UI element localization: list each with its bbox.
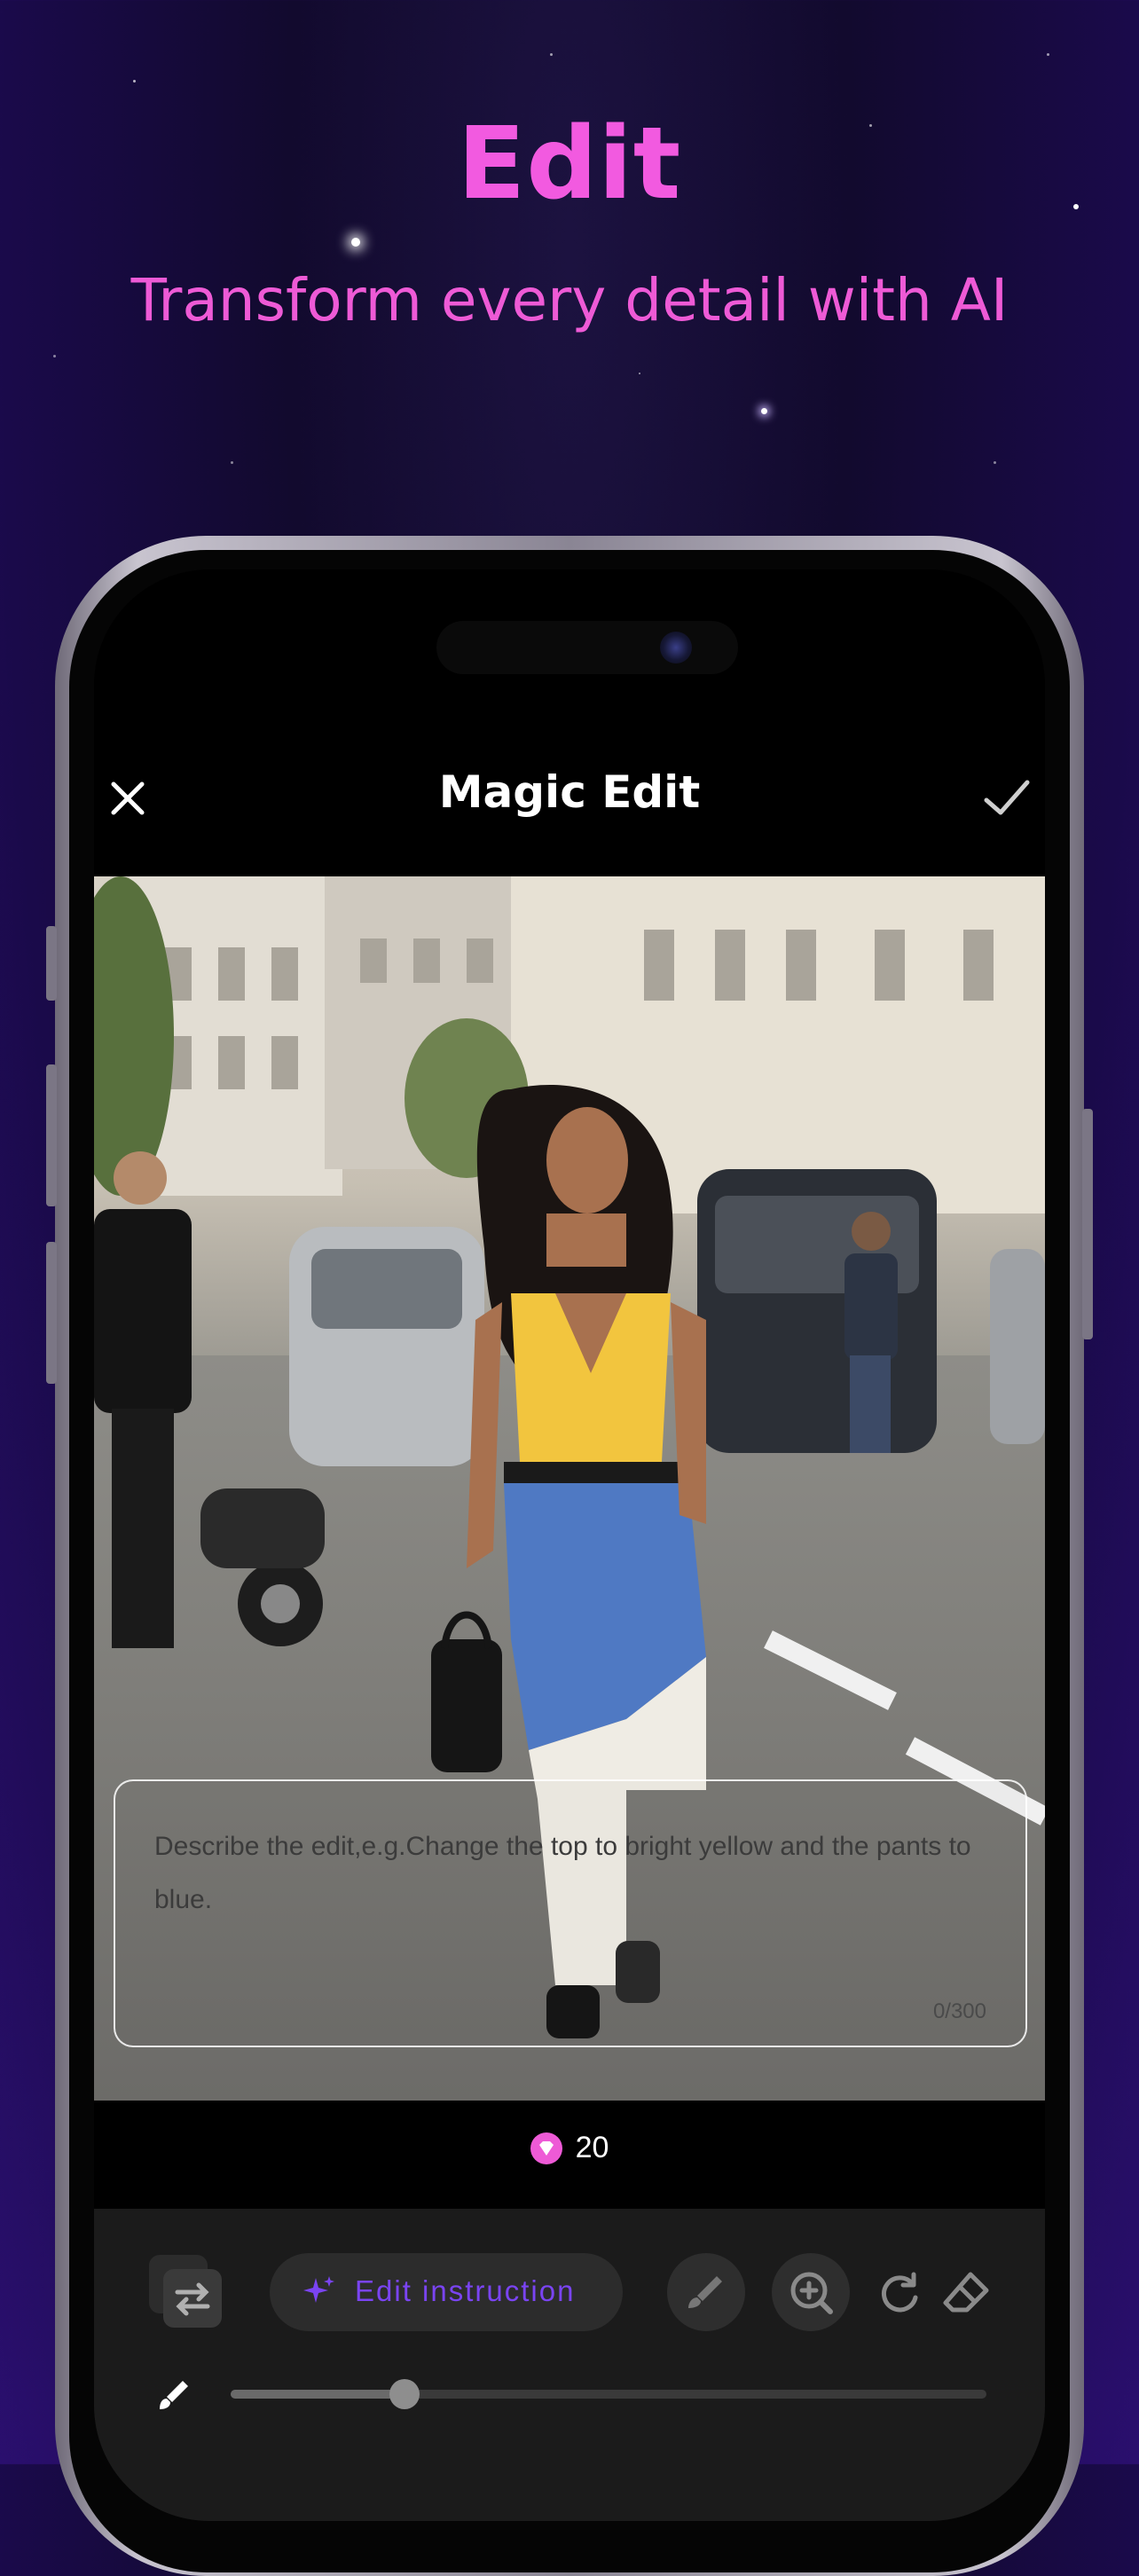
character-counter: 0/300 — [932, 1999, 986, 2023]
edit-instruction-label: Edit instruction — [355, 2274, 576, 2307]
swap-icon — [149, 2255, 222, 2328]
edit-prompt-field[interactable]: Describe the edit,e.g.Change the top to … — [114, 1779, 1027, 2047]
swap-button[interactable] — [147, 2253, 224, 2329]
gem-icon — [530, 2132, 562, 2164]
confirm-button[interactable] — [979, 772, 1033, 825]
promo-title: Edit — [457, 106, 682, 222]
zoom-button[interactable] — [772, 2253, 850, 2331]
edit-instruction-button[interactable]: Edit instruction — [270, 2253, 623, 2331]
slider-handle[interactable] — [389, 2379, 420, 2409]
eraser-icon — [943, 2272, 989, 2313]
checkmark-icon — [984, 780, 1030, 815]
brush-size-indicator — [153, 2374, 195, 2416]
rotate-icon — [882, 2272, 918, 2313]
brush-size-slider[interactable] — [231, 2379, 986, 2409]
rotate-button[interactable] — [873, 2267, 926, 2321]
brush-icon — [688, 2276, 722, 2308]
dynamic-island — [436, 621, 738, 674]
front-camera — [660, 632, 692, 664]
promo-subtitle: Transform every detail with AI — [130, 266, 1009, 334]
slider-fill — [231, 2390, 405, 2399]
edit-toolbar: Edit instruction — [94, 2209, 1045, 2521]
credits-indicator: 20 — [94, 2131, 1045, 2165]
screen-title: Magic Edit — [438, 766, 701, 818]
phone-side-button — [1082, 1109, 1093, 1339]
eraser-button[interactable] — [940, 2266, 994, 2319]
credits-value: 20 — [575, 2131, 609, 2164]
phone-side-button — [46, 1064, 57, 1206]
prompt-placeholder: Describe the edit,e.g.Change the top to … — [154, 1832, 971, 1914]
edit-photo[interactable]: Describe the edit,e.g.Change the top to … — [94, 876, 1045, 2101]
app-screen: Magic Edit Describe the edit,e.g.Change … — [94, 569, 1045, 2521]
sparkle-icon — [303, 2276, 334, 2303]
phone-side-button — [46, 1242, 57, 1384]
zoom-in-icon — [790, 2272, 833, 2314]
phone-side-button — [46, 926, 57, 1001]
brush-tool-button[interactable] — [667, 2253, 745, 2331]
brush-icon — [160, 2381, 188, 2409]
